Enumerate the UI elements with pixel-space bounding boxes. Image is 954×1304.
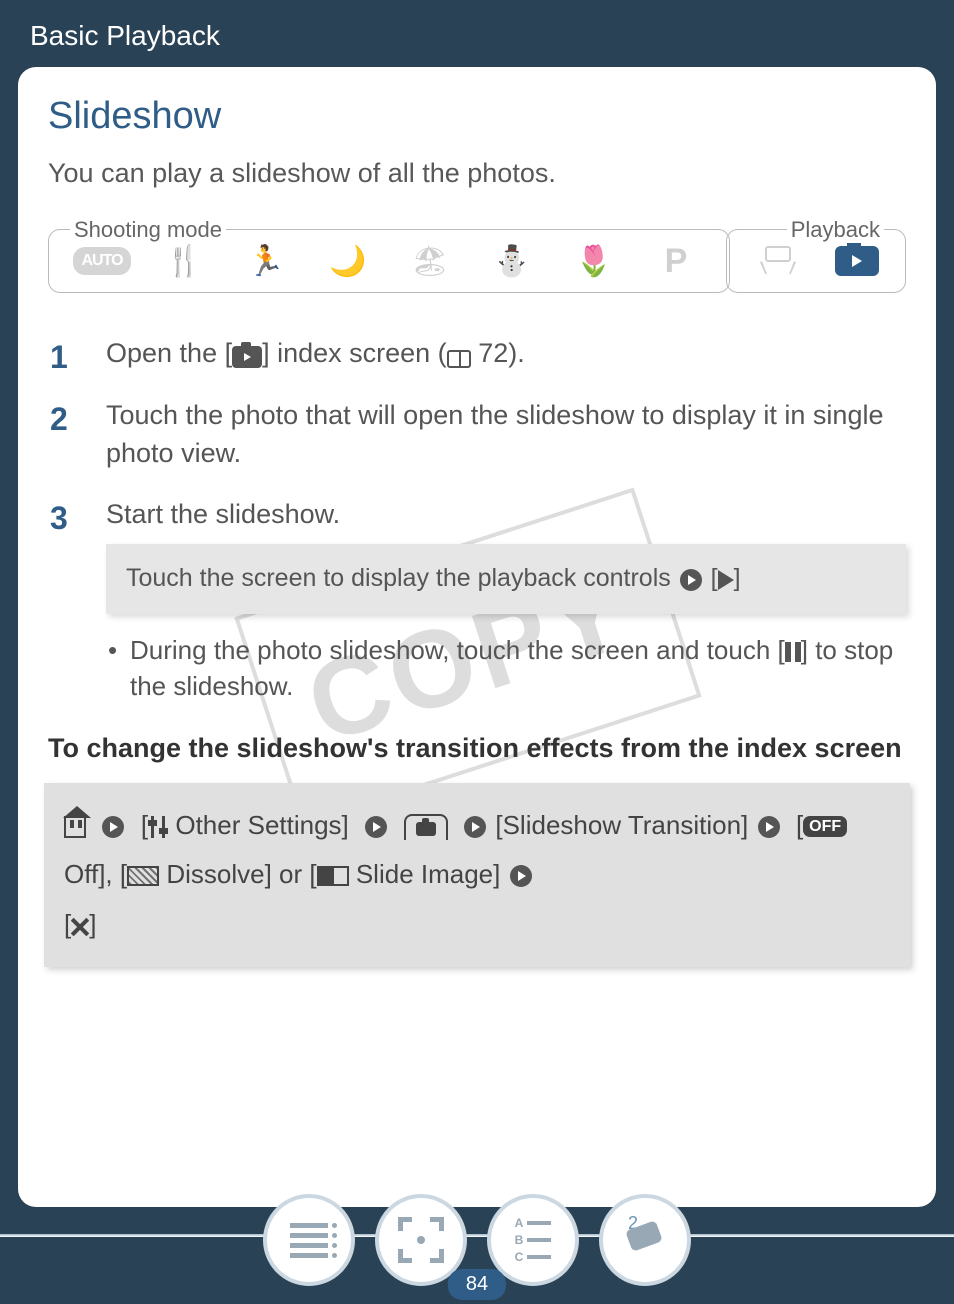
home-icon [64, 816, 86, 838]
arrow-icon [102, 816, 124, 838]
camera-play-icon [232, 346, 262, 368]
arrow-icon [510, 865, 532, 887]
manual-ref-icon [447, 350, 471, 368]
dissolve-icon [127, 866, 159, 886]
steps-list: Open the [] index screen ( 72). Touch th… [48, 335, 906, 704]
auto-mode-icon: AUTO [75, 241, 129, 281]
transition-subhead: To change the slideshow's transition eff… [48, 730, 906, 766]
photo-playback-icon [830, 241, 884, 281]
step-3-action-box: Touch the screen to display the playback… [106, 544, 906, 614]
playback-tab-icon [404, 814, 448, 840]
sports-mode-icon: 🏃 [239, 241, 293, 281]
step-3-notes: During the photo slideshow, touch the sc… [106, 632, 906, 705]
pause-icon [785, 642, 801, 662]
page-body: COPY Slideshow You can play a slideshow … [18, 67, 936, 1207]
mode-bar: Shooting mode Playback AUTO 🍴 🏃 🌙 🏖 ⛄ 🌷 … [48, 217, 906, 305]
step-3: Start the slideshow. Touch the screen to… [48, 496, 906, 704]
program-mode-icon: P [649, 241, 703, 281]
page-title: Slideshow [48, 95, 906, 138]
settings-sliders-icon [148, 816, 168, 838]
night-mode-icon: 🌙 [321, 241, 375, 281]
toc-button[interactable] [263, 1194, 355, 1286]
off-badge-icon: OFF [803, 816, 847, 837]
shooting-mode-label: Shooting mode [70, 217, 226, 243]
page-number-badge: 84 [448, 1269, 506, 1300]
macro-mode-icon: 🌷 [567, 241, 621, 281]
step-2: Touch the photo that will open the slide… [48, 397, 906, 473]
chapter-button[interactable]: 2 [599, 1194, 691, 1286]
expand-icon [398, 1217, 444, 1263]
arrow-icon [464, 816, 486, 838]
slide-image-icon [317, 866, 349, 886]
step-3-note-1: During the photo slideshow, touch the sc… [130, 632, 906, 705]
list-icon [290, 1223, 328, 1258]
step-1: Open the [] index screen ( 72). [48, 335, 906, 373]
abc-index-icon: A B C [515, 1216, 552, 1264]
movie-playback-icon [749, 241, 803, 281]
breadcrumb: Basic Playback [0, 0, 954, 67]
food-mode-icon: 🍴 [157, 241, 211, 281]
arrow-icon [758, 816, 780, 838]
beach-mode-icon: 🏖 [403, 241, 457, 281]
close-x-icon [71, 917, 89, 935]
intro-text: You can play a slideshow of all the phot… [48, 158, 906, 189]
snow-mode-icon: ⛄ [485, 241, 539, 281]
proceed-arrow-icon [680, 569, 702, 591]
arrow-icon [365, 816, 387, 838]
playback-label: Playback [787, 217, 884, 243]
footer-nav: A B C 2 84 [0, 1194, 954, 1304]
transition-steps-box: [ Other Settings] [Slideshow Transition]… [44, 783, 910, 967]
camcorder-icon: 2 [624, 1219, 666, 1261]
footer-divider [0, 1234, 954, 1237]
play-icon [718, 570, 734, 590]
